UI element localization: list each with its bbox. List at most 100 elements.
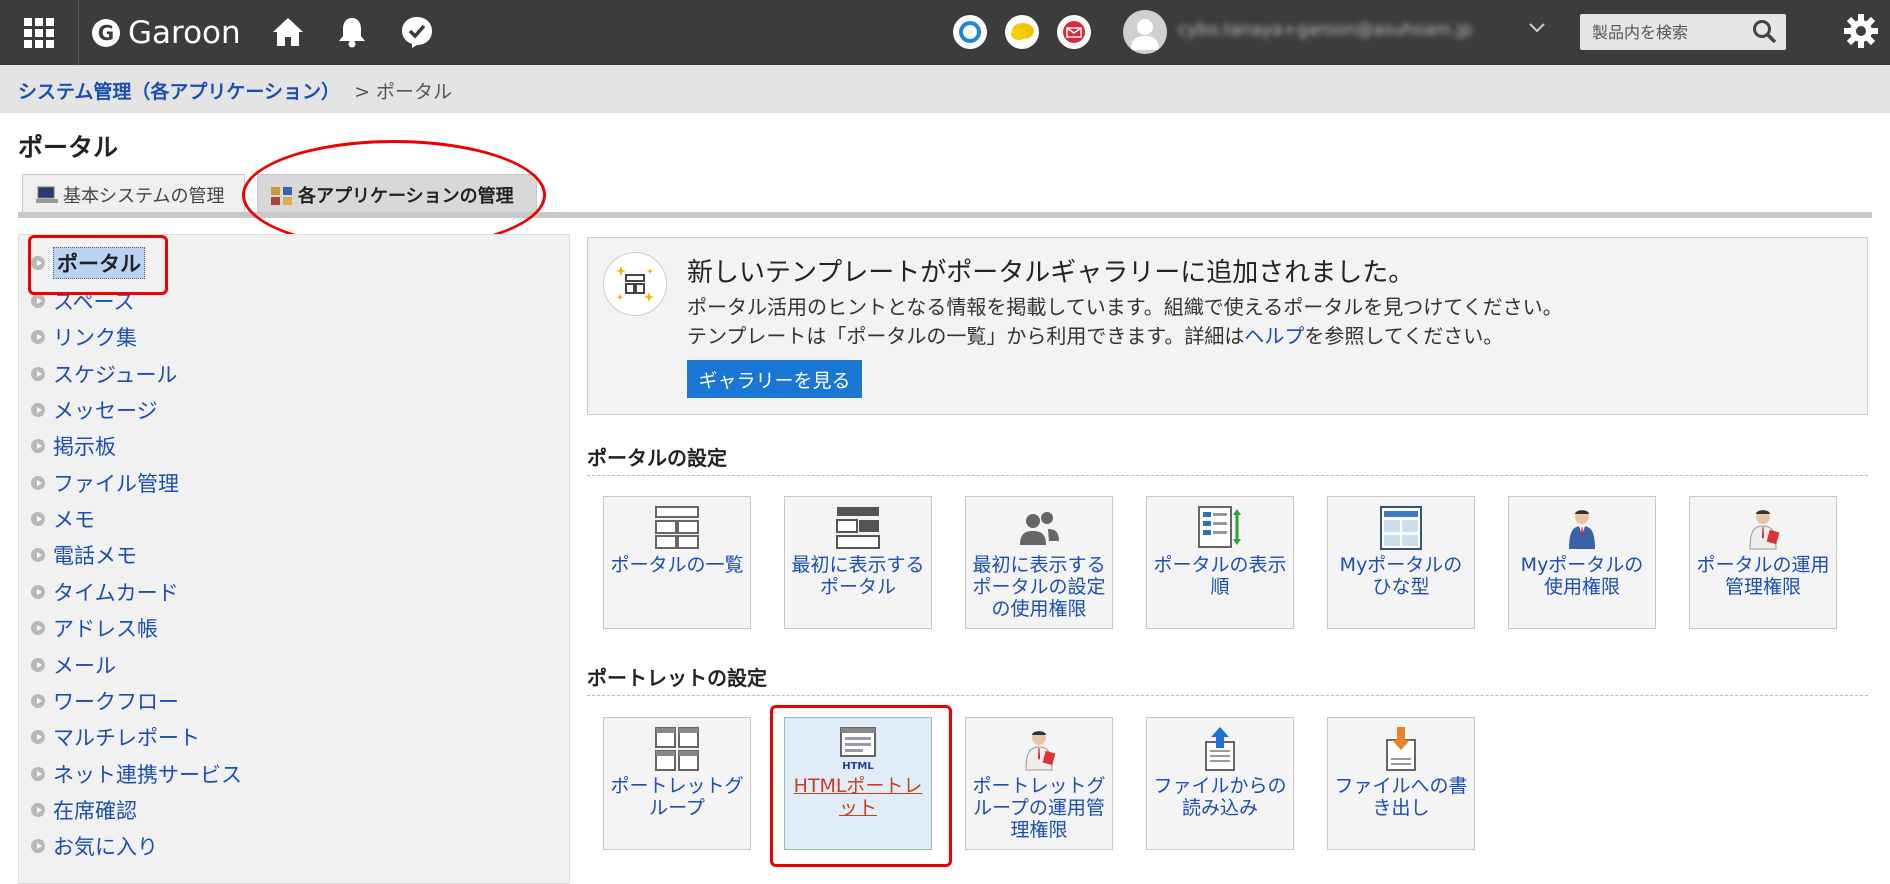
sidebar-item-multireport[interactable]: マルチレポート (31, 723, 200, 751)
tab-applications[interactable]: 各アプリケーションの管理 (257, 174, 537, 214)
sidebar-item-mail[interactable]: メール (31, 651, 116, 679)
card-portal-admin-permission[interactable]: ポータルの運用管理権限 (1689, 496, 1837, 629)
app-menu-button[interactable] (0, 0, 79, 65)
bullet-icon (31, 621, 45, 635)
computer-icon (35, 186, 59, 204)
bullet-icon (31, 476, 45, 490)
card-portlet-group-admin[interactable]: ポートレットグループの運用管理権限 (965, 717, 1113, 850)
sidebar-item-presence[interactable]: 在席確認 (31, 796, 137, 824)
tab-label: 基本システムの管理 (63, 185, 225, 207)
initial-portal-icon (836, 507, 880, 549)
tab-divider (18, 212, 1872, 218)
tab-label: 各アプリケーションの管理 (298, 185, 514, 207)
bullet-icon (31, 367, 45, 381)
sidebar-item-timecard[interactable]: タイムカード (31, 578, 179, 606)
sidebar-item-schedule[interactable]: スケジュール (31, 360, 178, 388)
breadcrumb-separator: > (354, 81, 370, 103)
card-my-portal-template[interactable]: Myポータルのひな型 (1327, 496, 1475, 629)
sidebar-item-message[interactable]: メッセージ (31, 396, 158, 424)
bullet-icon (31, 658, 45, 672)
help-link[interactable]: ヘルプ (1244, 324, 1304, 348)
notice-line-1: ポータル活用のヒントとなる情報を掲載しています。組織で使えるポータルを見つけてく… (687, 295, 1563, 319)
card-portlet-group[interactable]: ポートレットグループ (603, 717, 751, 850)
gear-icon[interactable] (1842, 12, 1880, 54)
search-icon[interactable] (1752, 19, 1778, 49)
workflow-check-icon[interactable] (399, 14, 435, 50)
bullet-icon (31, 294, 45, 308)
bullet-icon (31, 694, 45, 708)
section-divider (587, 475, 1868, 476)
chat-bubble-icon[interactable] (1005, 15, 1039, 49)
search-input[interactable] (1590, 22, 1754, 43)
apps-icon (270, 186, 294, 205)
breadcrumb-current: ポータル (375, 81, 452, 103)
bullet-icon (31, 256, 45, 270)
card-export-file[interactable]: ファイルへの書き出し (1327, 717, 1475, 850)
garoon-logo[interactable]: G Garoon (92, 13, 241, 53)
file-import-icon (1205, 727, 1235, 771)
page-title: ポータル (18, 133, 119, 162)
logo-mark: G (92, 19, 120, 47)
card-initial-portal-permission[interactable]: 最初に表示するポータルの設定の使用権限 (965, 496, 1113, 629)
breadcrumb: システム管理（各アプリケーション） > ポータル (18, 77, 452, 104)
sidebar-item-workflow[interactable]: ワークフロー (31, 687, 179, 715)
sidebar-item-file[interactable]: ファイル管理 (31, 469, 179, 497)
card-display-order[interactable]: ポータルの表示順 (1146, 496, 1294, 629)
bell-icon[interactable] (334, 14, 370, 50)
card-my-portal-permission[interactable]: Myポータルの使用権限 (1508, 496, 1656, 629)
card-import-file[interactable]: ファイルからの読み込み (1146, 717, 1294, 850)
card-portal-list[interactable]: ポータルの一覧 (603, 496, 751, 629)
view-gallery-button[interactable]: ギャラリーを見る (687, 360, 862, 398)
sidebar-item-portal[interactable]: ポータル (31, 247, 145, 279)
template-icon (1380, 506, 1422, 550)
notice-line-2: テンプレートは「ポータルの一覧」から利用できます。詳細はヘルプを参照してください… (687, 324, 1504, 348)
bullet-icon (31, 548, 45, 562)
svg-text:HTML: HTML (842, 761, 874, 772)
sidebar-item-space[interactable]: スペース (31, 287, 134, 315)
card-initial-portal[interactable]: 最初に表示するポータル (784, 496, 932, 629)
html-portlet-icon: HTML (840, 727, 876, 772)
notice-heading: 新しいテンプレートがポータルギャラリーに追加されました。 (687, 258, 1415, 288)
breadcrumb-link-system-admin[interactable]: システム管理（各アプリケーション） (18, 81, 340, 103)
bullet-icon (31, 839, 45, 853)
users-permission-icon (1020, 512, 1059, 545)
sidebar-item-bulletin[interactable]: 掲示板 (31, 432, 116, 460)
sidebar-item-net-services[interactable]: ネット連携サービス (31, 760, 242, 788)
admin-person-icon (1025, 731, 1056, 771)
display-order-icon (1198, 506, 1241, 548)
sidebar-item-phone-memo[interactable]: 電話メモ (31, 541, 137, 569)
status-ring-icon[interactable] (953, 15, 987, 49)
breadcrumb-bar: システム管理（各アプリケーション） > ポータル (0, 65, 1890, 113)
tab-basic-system[interactable]: 基本システムの管理 (22, 174, 245, 214)
mail-icon[interactable] (1057, 15, 1091, 49)
home-icon[interactable] (270, 14, 306, 50)
user-avatar[interactable] (1123, 10, 1167, 54)
sidebar: ポータル スペース リンク集 スケジュール メッセージ 掲示板 ファイル管理 メ… (18, 234, 570, 884)
bullet-icon (31, 439, 45, 453)
search-box[interactable] (1580, 14, 1786, 50)
app-name: Garoon (128, 15, 241, 51)
file-export-icon (1386, 727, 1416, 771)
bullet-icon (31, 403, 45, 417)
bullet-icon (31, 585, 45, 599)
chevron-down-icon[interactable] (1528, 20, 1546, 39)
sidebar-item-favorites[interactable]: お気に入り (31, 832, 158, 860)
bullet-icon (31, 330, 45, 344)
user-person-icon (1569, 510, 1595, 549)
grid-icon (24, 17, 54, 48)
portlet-settings-title: ポートレットの設定 (587, 666, 767, 690)
gallery-sparkle-icon (603, 252, 667, 316)
sidebar-item-links[interactable]: リンク集 (31, 323, 137, 351)
notice-panel: 新しいテンプレートがポータルギャラリーに追加されました。 ポータル活用のヒントと… (587, 237, 1868, 415)
portal-settings-title: ポータルの設定 (587, 446, 727, 470)
portlet-group-icon (655, 727, 699, 771)
sidebar-item-memo[interactable]: メモ (31, 505, 95, 533)
sidebar-item-address-book[interactable]: アドレス帳 (31, 614, 158, 642)
bullet-icon (31, 512, 45, 526)
card-html-portlet[interactable]: HTML HTMLポートレット (784, 717, 932, 850)
section-divider (587, 695, 1868, 696)
user-name[interactable]: cybo.tanaya+garoon@asuhoam.jp (1178, 20, 1518, 44)
bullet-icon (31, 803, 45, 817)
admin-person-icon (1749, 510, 1780, 550)
bullet-icon (31, 730, 45, 744)
